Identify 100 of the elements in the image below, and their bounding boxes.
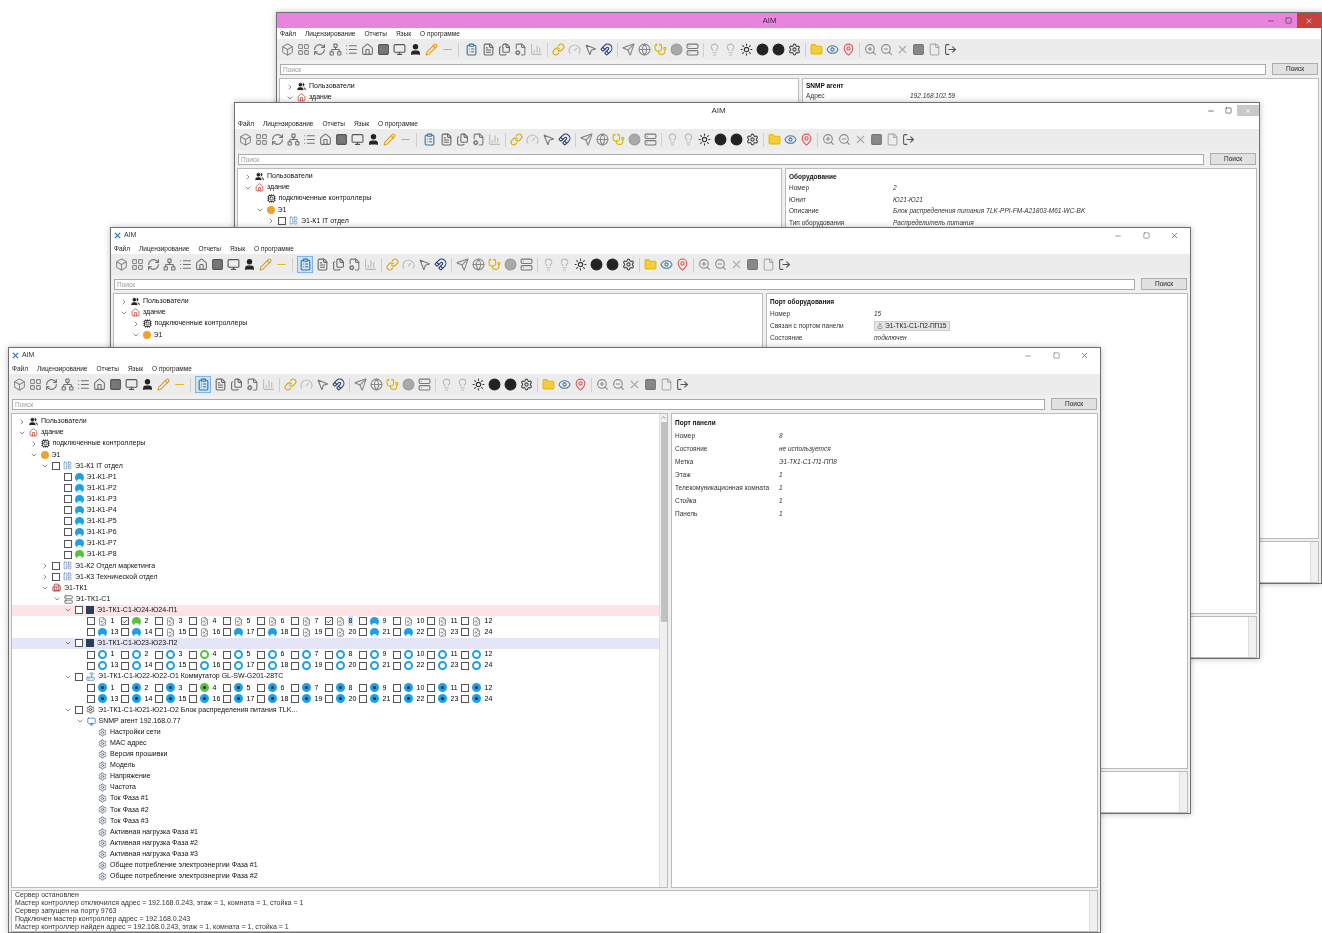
checkbox[interactable] (188, 628, 197, 637)
checkbox[interactable] (358, 617, 367, 626)
scrollbar[interactable] (1310, 542, 1318, 582)
checkbox[interactable] (426, 683, 435, 692)
checkbox[interactable] (392, 661, 401, 670)
eye-icon[interactable] (558, 378, 571, 391)
checkbox[interactable] (188, 694, 197, 703)
checkbox[interactable] (290, 683, 299, 692)
server-icon[interactable] (644, 133, 657, 146)
checkbox[interactable] (358, 683, 367, 692)
globe-icon[interactable] (638, 43, 651, 56)
checkbox[interactable] (324, 617, 333, 626)
pointer-icon[interactable] (542, 133, 555, 146)
checkbox[interactable] (63, 484, 72, 493)
magnet-icon[interactable] (600, 43, 613, 56)
square-icon[interactable] (746, 258, 759, 271)
maximize-icon[interactable] (1143, 232, 1150, 239)
checkbox[interactable] (222, 661, 231, 670)
checkbox[interactable] (278, 216, 286, 225)
checkbox[interactable] (75, 606, 83, 615)
sun-icon[interactable] (740, 43, 753, 56)
checkbox[interactable] (460, 661, 469, 670)
checkbox[interactable] (63, 528, 72, 537)
zoom-in-icon[interactable] (698, 258, 711, 271)
pin-icon[interactable] (676, 258, 689, 271)
document-gear-icon[interactable] (472, 133, 485, 146)
checkbox[interactable] (120, 617, 129, 626)
square-icon[interactable] (335, 133, 348, 146)
sun-icon[interactable] (472, 378, 485, 391)
checkbox[interactable] (86, 650, 95, 659)
box-icon[interactable] (281, 43, 294, 56)
zoom-out-icon[interactable] (612, 378, 625, 391)
settings-icon[interactable] (520, 378, 533, 391)
checkbox[interactable] (392, 694, 401, 703)
checkbox[interactable] (188, 617, 197, 626)
globe-icon[interactable] (472, 258, 485, 271)
zoom-out-icon[interactable] (880, 43, 893, 56)
user-icon[interactable] (141, 378, 154, 391)
checkbox[interactable] (290, 628, 299, 637)
checkbox[interactable] (426, 661, 435, 670)
checkbox[interactable] (222, 628, 231, 637)
clipboard-button[interactable] (195, 376, 211, 393)
server-icon[interactable] (686, 43, 699, 56)
house-icon[interactable] (195, 258, 208, 271)
checkbox[interactable] (392, 628, 401, 637)
checkbox[interactable] (63, 517, 72, 526)
checkbox[interactable] (63, 473, 72, 481)
grid-icon[interactable] (29, 378, 42, 391)
checkbox[interactable] (358, 628, 367, 637)
circle-icon[interactable] (402, 378, 415, 391)
circle-icon[interactable] (628, 133, 641, 146)
box-icon[interactable] (115, 258, 128, 271)
checkbox[interactable] (52, 572, 60, 581)
checkbox[interactable] (154, 650, 163, 659)
close-icon[interactable] (1080, 351, 1089, 360)
monitor-icon[interactable] (125, 378, 138, 391)
scrollbar[interactable] (1089, 891, 1097, 931)
server-icon[interactable] (418, 378, 431, 391)
checkbox[interactable] (120, 683, 129, 692)
zoom-in-icon[interactable] (822, 133, 835, 146)
checkbox[interactable] (188, 650, 197, 659)
checkbox[interactable] (120, 650, 129, 659)
checkbox[interactable] (52, 561, 60, 570)
server-icon[interactable] (520, 258, 533, 271)
checkbox[interactable] (86, 694, 95, 703)
square-icon[interactable] (870, 133, 883, 146)
pointer-icon[interactable] (316, 378, 329, 391)
chevron-right-icon[interactable] (267, 216, 275, 225)
checkbox[interactable] (392, 617, 401, 626)
checkbox[interactable] (324, 694, 333, 703)
globe-icon[interactable] (596, 133, 609, 146)
refresh-icon[interactable] (271, 133, 284, 146)
maximize-icon[interactable] (1285, 17, 1292, 24)
checkbox[interactable] (154, 694, 163, 703)
checkbox[interactable] (460, 650, 469, 659)
checkbox[interactable] (188, 661, 197, 670)
send-icon[interactable] (580, 133, 593, 146)
monitor-icon[interactable] (393, 43, 406, 56)
settings-icon[interactable] (788, 43, 801, 56)
house-icon[interactable] (361, 43, 374, 56)
checkbox[interactable] (222, 617, 231, 626)
refresh-icon[interactable] (147, 258, 160, 271)
grid-icon[interactable] (131, 258, 144, 271)
checkbox[interactable] (460, 628, 469, 637)
checkbox[interactable] (358, 661, 367, 670)
checkbox[interactable] (75, 672, 83, 681)
square-icon[interactable] (109, 378, 122, 391)
eye-icon[interactable] (784, 133, 797, 146)
document-gear-icon[interactable] (246, 378, 259, 391)
grid-icon[interactable] (255, 133, 268, 146)
checkbox[interactable] (63, 506, 72, 515)
list-icon[interactable] (345, 43, 358, 56)
square-icon[interactable] (912, 43, 925, 56)
house-icon[interactable] (93, 378, 106, 391)
checkbox[interactable] (324, 683, 333, 692)
checkbox[interactable] (256, 661, 265, 670)
checkbox[interactable] (460, 694, 469, 703)
zoom-in-icon[interactable] (864, 43, 877, 56)
chevron-right-icon[interactable] (286, 82, 294, 91)
settings-icon[interactable] (622, 258, 635, 271)
